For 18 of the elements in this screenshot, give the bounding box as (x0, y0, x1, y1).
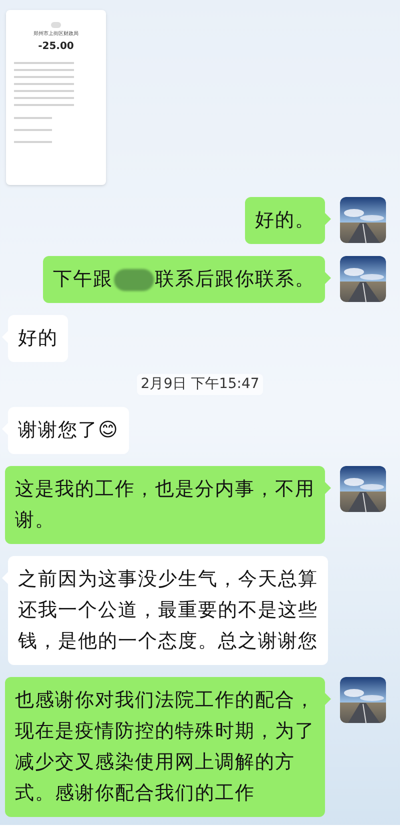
blurred-details (14, 62, 74, 106)
avatar-road-photo[interactable] (340, 677, 386, 723)
avatar-road-photo[interactable] (340, 466, 386, 512)
message-text: 好的。 (255, 209, 315, 231)
timestamp: 2月9日 下午15:47 (136, 374, 264, 395)
avatar-road-photo[interactable] (340, 197, 386, 243)
message-text: 之前因为这事没少生气，今天总算还我一个公道，最重要的不是这些钱，是他的一个态度。总之谢谢您 (18, 568, 318, 652)
message-text: 好的 (18, 327, 58, 349)
blurred-name (114, 268, 154, 290)
blurred-links (14, 117, 52, 143)
message-text: 谢谢您了😊 (18, 419, 119, 441)
payment-amount: -25.00 (38, 41, 74, 53)
message-text: 下午跟 (53, 267, 113, 292)
avatar-road-photo[interactable] (340, 256, 386, 302)
message-text: 这是我的工作，也是分内事，不用谢。 (15, 478, 315, 531)
message-text: 也感谢你对我们法院工作的配合，现在是疫情防控的特殊时期，为了减少交叉感染使用网上调解的方式。感谢你配合我们的工作 (15, 689, 315, 804)
receipt-logo-icon (51, 22, 61, 28)
message-text: 联系后跟你联系。 (155, 267, 315, 292)
